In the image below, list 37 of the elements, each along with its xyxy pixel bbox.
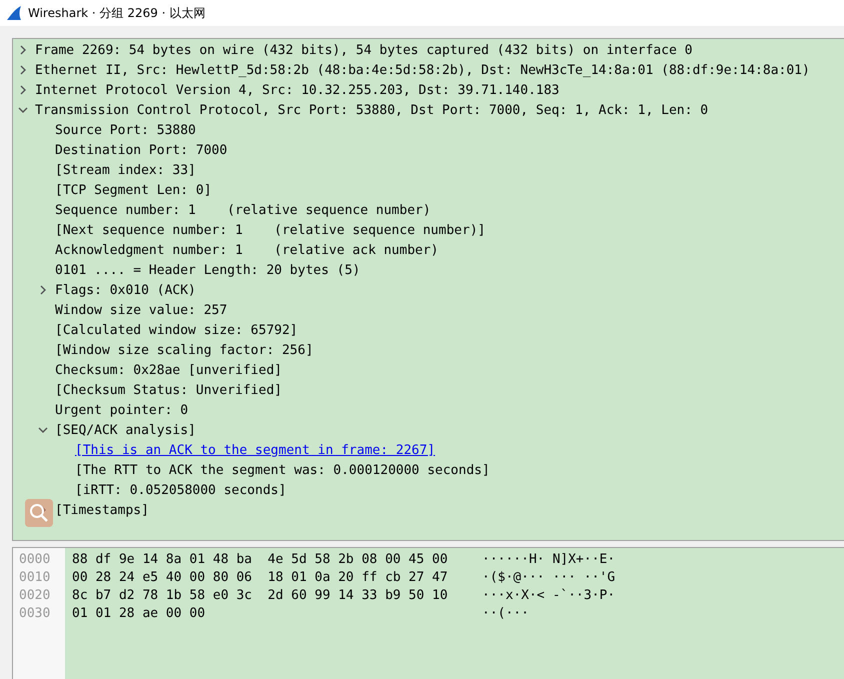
tree-item: [Checksum Status: Unverified] [55, 382, 282, 398]
tree-item: Transmission Control Protocol, Src Port: 53880, Dst Port: 7000, Seq: 1, Ack: 1, Len: 0 [35, 102, 708, 118]
tree-item: 0101 .... = Header Length: 20 bytes (5) [55, 262, 360, 278]
hex-bytes: 00 28 24 e5 40 00 80 06 18 01 0a 20 ff cb 27 47 [72, 570, 449, 584]
tree-item: [Calculated window size: 65792] [55, 322, 298, 338]
tree-item: Window size value: 257 [55, 302, 228, 318]
ascii-bytes: ·($·@··· ··· ··'G [482, 570, 616, 584]
hex-bytes: 88 df 9e 14 8a 01 48 ba 4e 5d 58 2b 08 00 45 00 [72, 552, 449, 566]
tree-item: Frame 2269: 54 bytes on wire (432 bits), 54 bytes captured (432 bits) on interface 0 [35, 42, 692, 58]
tree-item: [TCP Segment Len: 0] [55, 182, 212, 198]
tree-item: Destination Port: 7000 [55, 142, 228, 158]
tree-item: [SEQ/ACK analysis] [55, 422, 196, 438]
tree-item: Urgent pointer: 0 [55, 402, 188, 418]
tree-item: [Window size scaling factor: 256] [55, 342, 314, 358]
tree-item: Flags: 0x010 (ACK) [55, 282, 196, 298]
tree-item: Source Port: 53880 [55, 122, 196, 138]
ascii-bytes: ······H· N]X+··E· [482, 552, 616, 566]
tree-item: [Stream index: 33] [55, 162, 196, 178]
window-title: Wireshark · 分组 2269 · 以太网 [28, 4, 206, 22]
byte-offset: 0010 [19, 570, 50, 584]
byte-offset: 0020 [19, 588, 50, 602]
frame-link[interactable]: [This is an ACK to the segment in frame: 2267] [75, 442, 436, 458]
tree-item: Internet Protocol Version 4, Src: 10.32.255.203, Dst: 39.71.140.183 [35, 82, 560, 98]
byte-offset: 0030 [19, 606, 50, 620]
byte-offset: 0000 [19, 552, 50, 566]
tree-item: [The RTT to ACK the segment was: 0.000120000 seconds] [75, 462, 490, 478]
tree-item: Ethernet II, Src: HewlettP_5d:58:2b (48:ba:4e:5d:58:2b), Dst: NewH3cTe_14:8a:01 (88:df:9e:14:8a:01) [35, 62, 810, 78]
tree-item: Sequence number: 1 (relative sequence number) [55, 202, 431, 218]
ascii-bytes: ···x·X·< -`··3·P· [482, 588, 616, 602]
hex-bytes: 01 01 28 ae 00 00 [72, 606, 206, 620]
ascii-bytes: ··(··· [482, 606, 529, 620]
tree-item: [Next sequence number: 1 (relative sequence number)] [55, 222, 486, 238]
tree-item: Checksum: 0x28ae [unverified] [55, 362, 282, 378]
tree-item: [Timestamps] [55, 502, 149, 518]
tree-item: [iRTT: 0.052058000 seconds] [75, 482, 286, 498]
hex-bytes: 8c b7 d2 78 1b 58 e0 3c 2d 60 99 14 33 b9 50 10 [72, 588, 449, 602]
tree-item: Acknowledgment number: 1 (relative ack number) [55, 242, 439, 258]
